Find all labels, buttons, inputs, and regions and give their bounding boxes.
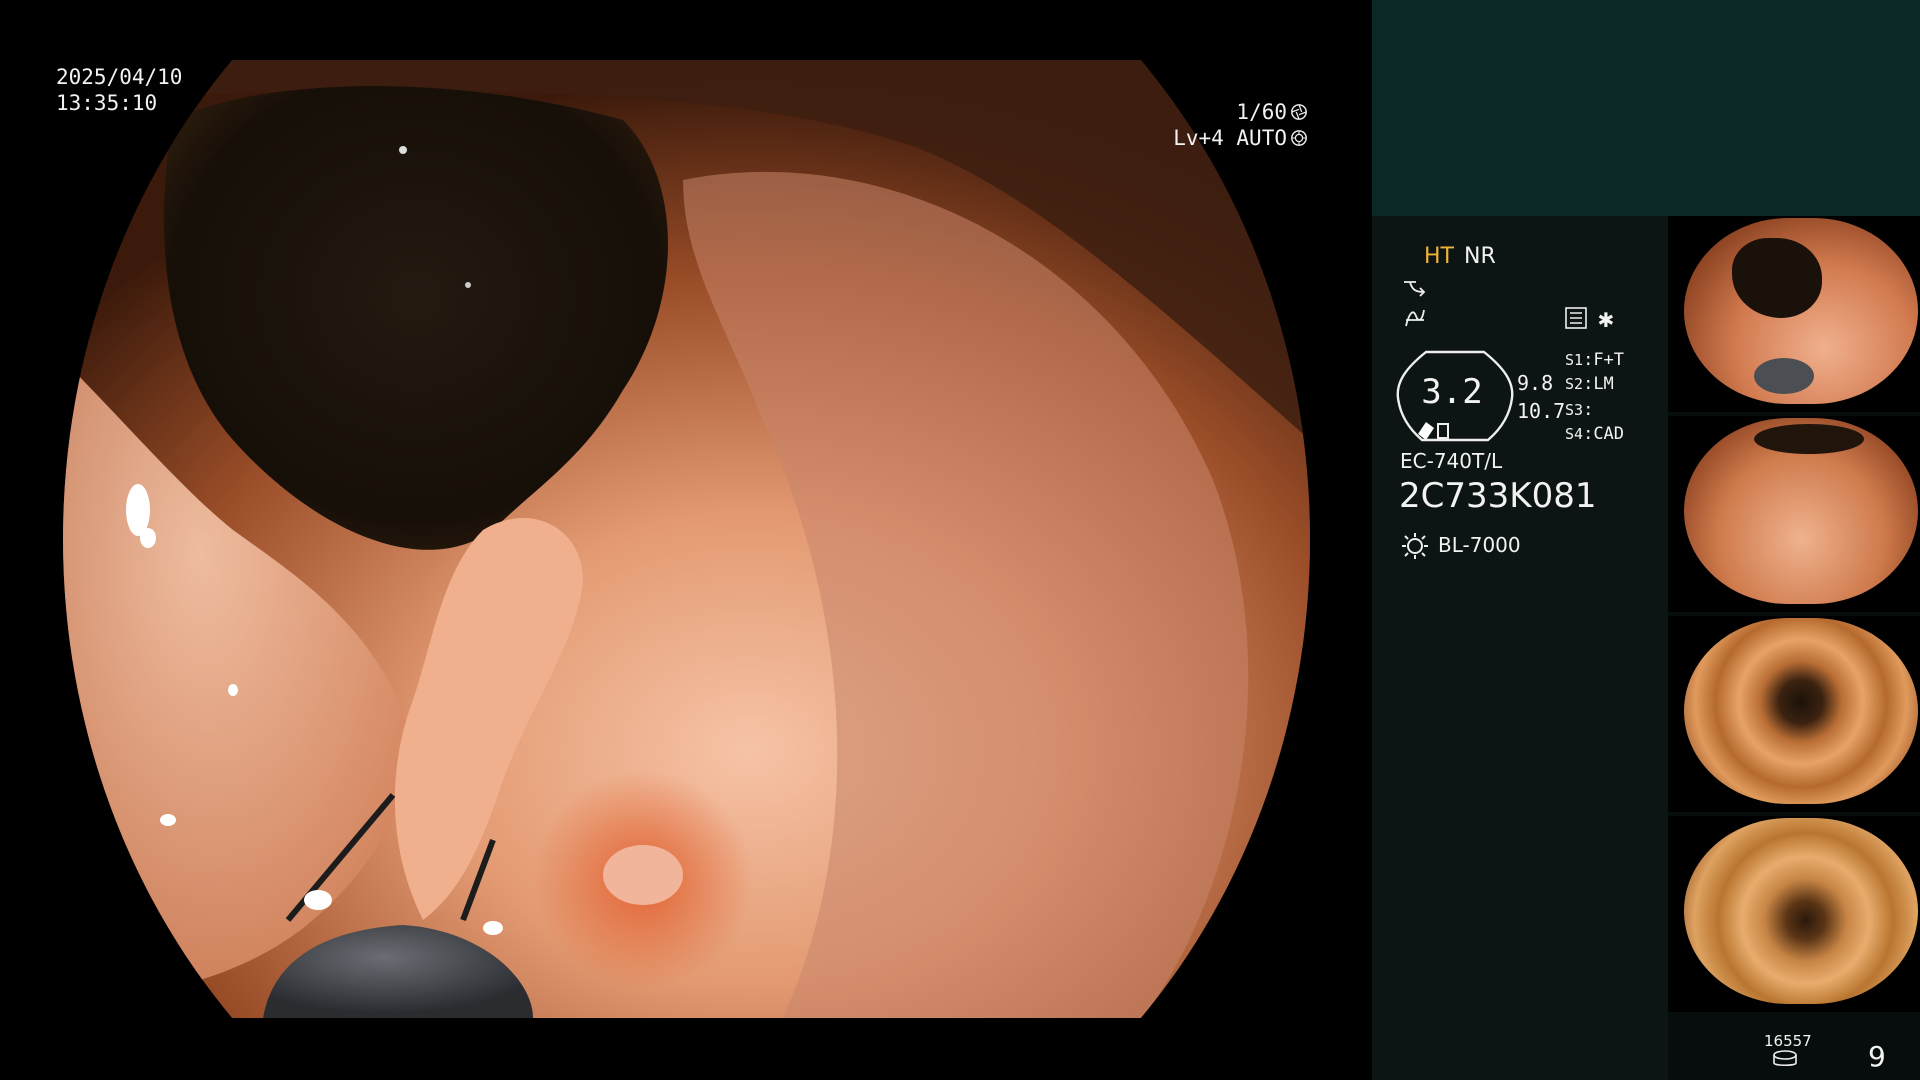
mode-ht-label: HT — [1424, 244, 1454, 269]
slot-label: S1 — [1565, 351, 1584, 369]
mode-nr-label: NR — [1464, 244, 1496, 269]
exposure-readout: 1/60 Lv+4 AUTO — [1173, 99, 1308, 151]
brightness-level: Lv+4 AUTO — [1173, 126, 1287, 150]
slot-label: S2 — [1565, 375, 1584, 393]
timestamp: 2025/04/10 13:35:10 — [56, 64, 182, 116]
thumbnail-image — [1684, 418, 1918, 604]
iris-icon — [1291, 130, 1307, 146]
thumbnail-2[interactable] — [1668, 416, 1920, 612]
image-count: 16557 — [1764, 1032, 1812, 1050]
structure-enhance-icon — [1405, 309, 1425, 327]
slot-s1: S1:F+T — [1565, 350, 1625, 370]
aperture-icon — [1291, 104, 1307, 120]
storage-disk-icon — [1773, 1050, 1797, 1067]
thumbnail-3[interactable] — [1668, 616, 1920, 812]
slot-s4: S4:CAD — [1565, 424, 1625, 444]
thumbnail-image — [1684, 818, 1918, 1004]
thumbnail-image — [1684, 618, 1918, 804]
colon-mucosa-image — [63, 60, 1310, 1018]
panel-header-area — [1372, 0, 1920, 216]
thumbnail-image — [1684, 218, 1918, 404]
endoscope-image — [63, 60, 1310, 1018]
record-settings-icon — [1565, 307, 1587, 329]
slot-value: CAD — [1593, 424, 1625, 444]
thumbnail-4[interactable] — [1668, 816, 1920, 1012]
time-text: 13:35:10 — [56, 91, 158, 115]
enhancement-curve-icon — [1404, 281, 1426, 297]
settings-area — [1372, 216, 1668, 1080]
shutter-speed: 1/60 — [1236, 100, 1287, 124]
slot-label: S4 — [1565, 425, 1584, 443]
slot-s3: S3: — [1565, 400, 1594, 420]
slot-label: S3 — [1565, 401, 1584, 419]
value-top: 9.8 — [1517, 371, 1554, 395]
light-source-model: BL-7000 — [1438, 533, 1521, 557]
scope-serial: 2C733K081 — [1399, 476, 1597, 516]
thumbnail-1[interactable] — [1668, 216, 1920, 412]
slot-s2: S2:LM — [1565, 374, 1614, 394]
slot-value: F+T — [1593, 350, 1625, 370]
info-panel: HT NR ✱ 3.2 9.8 10.7 S1:F+T S2:LM S3: S4… — [1372, 0, 1920, 1080]
scope-model: EC-740T/L — [1400, 449, 1503, 473]
star-icon: ✱ — [1598, 304, 1614, 334]
light-source-icon — [1402, 533, 1428, 559]
slot-value: LM — [1593, 374, 1614, 394]
page-number: 9 — [1868, 1040, 1886, 1073]
date-text: 2025/04/10 — [56, 65, 183, 89]
zoom-value: 3.2 — [1421, 372, 1483, 412]
endoscope-view: 2025/04/10 13:35:10 1/60 Lv+4 AUTO — [0, 0, 1372, 1080]
value-bottom: 10.7 — [1517, 399, 1566, 423]
